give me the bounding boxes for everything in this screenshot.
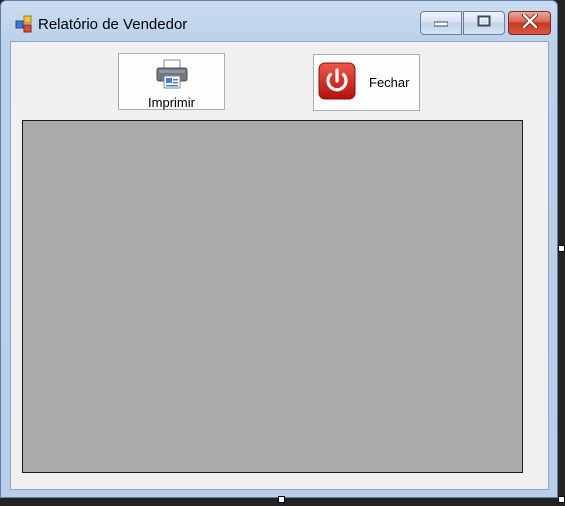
title-bar[interactable]: Relatório de Vendedor bbox=[1, 1, 557, 41]
close-form-button-label: Fechar bbox=[369, 75, 410, 90]
printer-icon bbox=[155, 58, 189, 93]
print-button[interactable]: Imprimir bbox=[118, 53, 225, 110]
window-title: Relatório de Vendedor bbox=[38, 16, 188, 33]
power-icon bbox=[318, 62, 356, 103]
form-app-icon bbox=[15, 15, 33, 33]
print-button-label: Imprimir bbox=[148, 95, 195, 110]
form-window: Relatório de Vendedor Imprimir Fechar bbox=[0, 0, 558, 498]
form-designer-surface: Relatório de Vendedor Imprimir Fechar bbox=[0, 0, 565, 506]
maximize-icon bbox=[477, 14, 491, 32]
maximize-button[interactable] bbox=[463, 11, 505, 35]
close-window-button[interactable] bbox=[508, 11, 551, 35]
close-icon bbox=[521, 12, 538, 33]
resize-handle-corner[interactable] bbox=[558, 496, 565, 503]
report-viewer[interactable] bbox=[22, 120, 523, 473]
resize-handle-bottom[interactable] bbox=[278, 496, 285, 503]
minimize-button[interactable] bbox=[420, 11, 462, 35]
minimize-icon bbox=[433, 14, 449, 32]
form-client-area: Imprimir Fechar bbox=[10, 41, 549, 490]
resize-handle-right[interactable] bbox=[558, 245, 565, 252]
close-form-button[interactable]: Fechar bbox=[313, 54, 420, 111]
